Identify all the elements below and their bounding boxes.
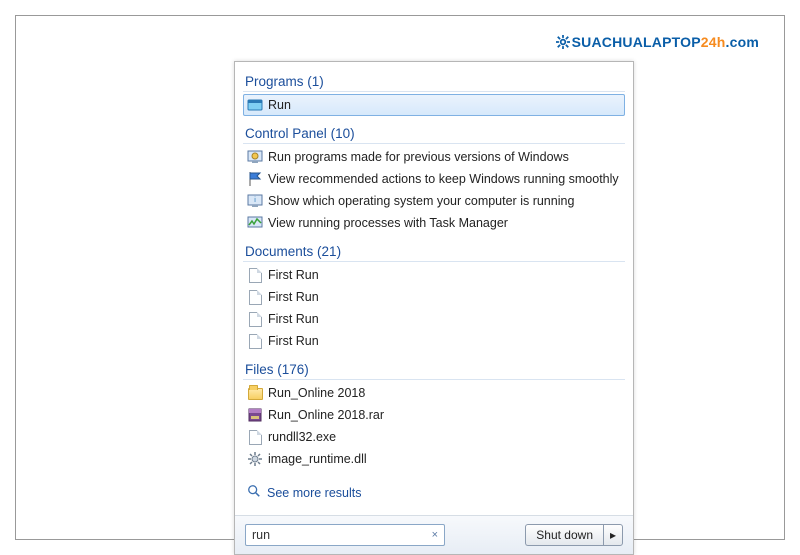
run-dialog-icon <box>247 97 263 113</box>
magnifier-icon <box>247 484 261 501</box>
section-header-documents[interactable]: Documents (21) <box>243 240 625 262</box>
section-label: Programs <box>245 74 304 89</box>
result-item-label: Show which operating system your compute… <box>268 192 574 210</box>
section-count: 1 <box>312 74 320 89</box>
result-item-label: rundll32.exe <box>268 428 336 446</box>
section-header-files[interactable]: Files (176) <box>243 358 625 380</box>
result-item-label: First Run <box>268 332 319 350</box>
shutdown-split-button: Shut down ▸ <box>525 524 623 546</box>
flag-icon <box>247 171 263 187</box>
rar-archive-icon <box>247 407 263 423</box>
document-icon <box>247 267 263 283</box>
watermark: SUACHUALAPTOP24h.com <box>556 34 759 50</box>
shutdown-options-button[interactable]: ▸ <box>603 524 623 546</box>
start-menu-bottom-bar: × Shut down ▸ <box>235 515 633 554</box>
search-results: Programs (1) Run Control Panel (10) Run … <box>235 62 633 515</box>
section-label: Documents <box>245 244 313 259</box>
search-box[interactable]: × <box>245 524 445 546</box>
outer-frame: SUACHUALAPTOP24h.com Programs (1) Run Co… <box>15 15 785 540</box>
section-count: 21 <box>322 244 337 259</box>
watermark-text-3: .com <box>726 34 759 50</box>
result-item-document[interactable]: First Run <box>243 330 625 352</box>
result-item-dll[interactable]: image_runtime.dll <box>243 448 625 470</box>
shutdown-button[interactable]: Shut down <box>525 524 603 546</box>
dll-gear-icon <box>247 451 263 467</box>
exe-file-icon <box>247 429 263 445</box>
chevron-right-icon: ▸ <box>610 528 616 542</box>
document-icon <box>247 311 263 327</box>
result-item-document[interactable]: First Run <box>243 264 625 286</box>
see-more-results[interactable]: See more results <box>243 476 625 511</box>
compat-troubleshoot-icon <box>247 149 263 165</box>
start-menu-search-panel: Programs (1) Run Control Panel (10) Run … <box>234 61 634 555</box>
shutdown-label: Shut down <box>536 528 593 542</box>
result-item-os-version[interactable]: i Show which operating system your compu… <box>243 190 625 212</box>
result-item-task-manager[interactable]: View running processes with Task Manager <box>243 212 625 234</box>
task-manager-icon <box>247 215 263 231</box>
document-icon <box>247 289 263 305</box>
result-item-label: Run programs made for previous versions … <box>268 148 569 166</box>
folder-icon <box>247 385 263 401</box>
search-input[interactable] <box>252 528 430 542</box>
result-item-label: View running processes with Task Manager <box>268 214 508 232</box>
gear-logo-icon <box>556 35 570 49</box>
result-item-exe[interactable]: rundll32.exe <box>243 426 625 448</box>
result-item-label: First Run <box>268 288 319 306</box>
section-label: Control Panel <box>245 126 327 141</box>
result-item-label: View recommended actions to keep Windows… <box>268 170 619 188</box>
result-item-rar[interactable]: Run_Online 2018.rar <box>243 404 625 426</box>
watermark-text-1: SUACHUALAPTOP <box>572 34 701 50</box>
section-header-programs[interactable]: Programs (1) <box>243 70 625 92</box>
section-count: 10 <box>335 126 350 141</box>
result-item-label: image_runtime.dll <box>268 450 367 468</box>
watermark-text-2: 24h <box>701 34 726 50</box>
document-icon <box>247 333 263 349</box>
result-item-folder[interactable]: Run_Online 2018 <box>243 382 625 404</box>
result-item-run[interactable]: Run <box>243 94 625 116</box>
result-item-label: First Run <box>268 266 319 284</box>
result-item-label: Run <box>268 96 291 114</box>
result-item-label: First Run <box>268 310 319 328</box>
result-item-compat[interactable]: Run programs made for previous versions … <box>243 146 625 168</box>
see-more-label: See more results <box>267 486 361 500</box>
section-count: 176 <box>282 362 305 377</box>
monitor-info-icon: i <box>247 193 263 209</box>
result-item-label: Run_Online 2018 <box>268 384 365 402</box>
clear-search-icon[interactable]: × <box>430 529 440 541</box>
section-header-control-panel[interactable]: Control Panel (10) <box>243 122 625 144</box>
result-item-action-center[interactable]: View recommended actions to keep Windows… <box>243 168 625 190</box>
result-item-document[interactable]: First Run <box>243 286 625 308</box>
result-item-document[interactable]: First Run <box>243 308 625 330</box>
section-label: Files <box>245 362 274 377</box>
result-item-label: Run_Online 2018.rar <box>268 406 384 424</box>
